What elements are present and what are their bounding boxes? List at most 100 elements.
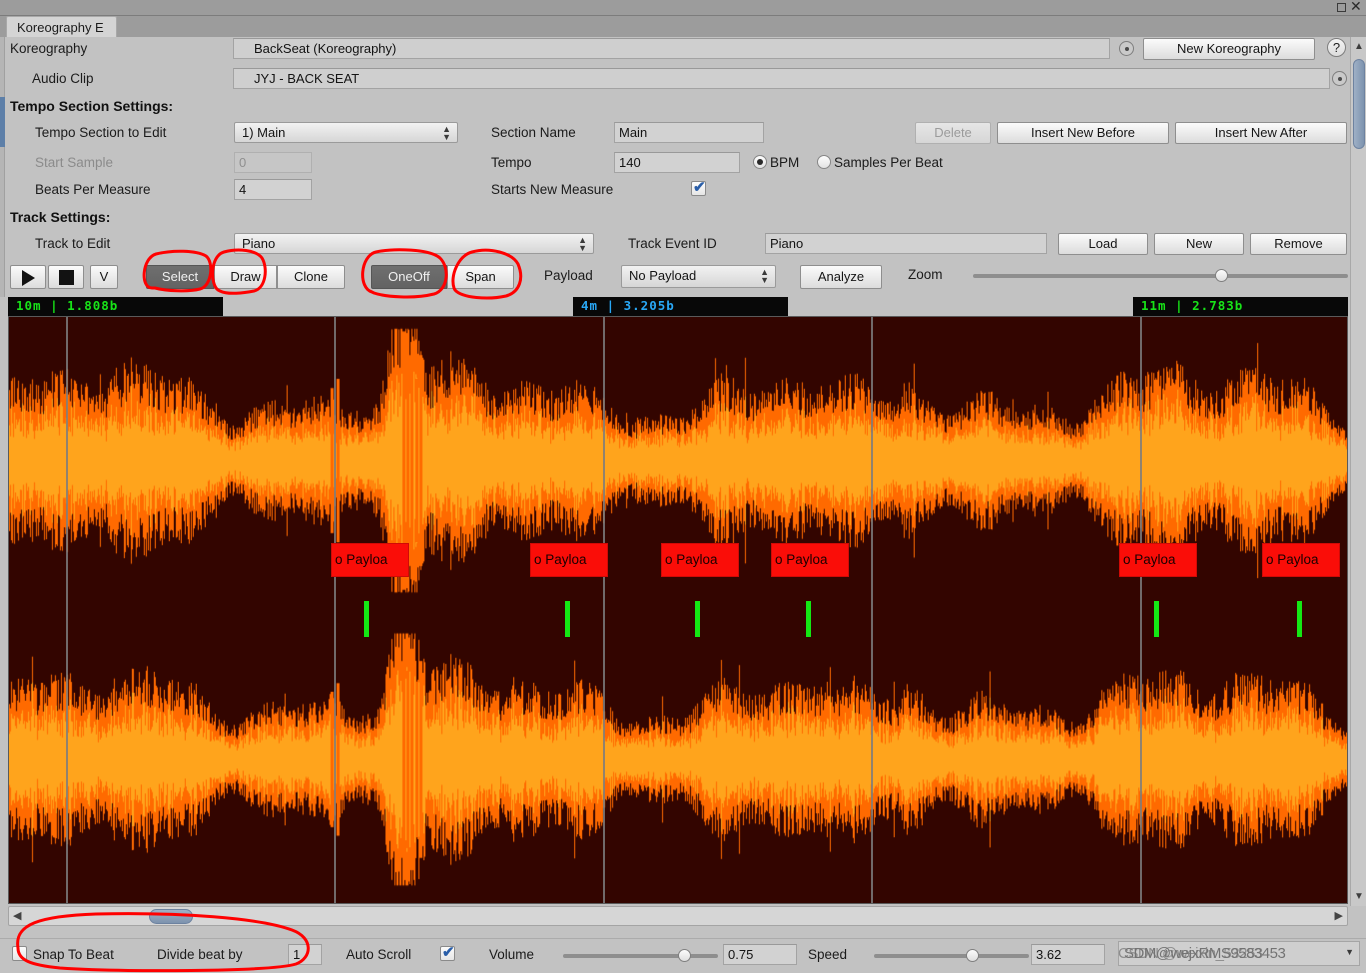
analyze-button[interactable]: Analyze — [800, 265, 882, 289]
close-icon[interactable]: ✕ — [1350, 0, 1362, 13]
timeline-horizontal-scrollbar[interactable]: ◀ ▶ — [8, 906, 1348, 926]
start-sample-label: Start Sample — [35, 155, 114, 170]
track-to-edit-dropdown[interactable]: Piano ▲ ▼ — [234, 233, 594, 254]
v-button[interactable]: V — [90, 265, 118, 289]
audio-clip-label: Audio Clip — [32, 71, 94, 86]
koreography-event-4[interactable]: o Payloa — [1119, 543, 1197, 577]
insert-new-after-button[interactable]: Insert New After — [1175, 122, 1347, 144]
volume-slider-knob[interactable] — [677, 949, 691, 962]
payload-value: No Payload — [629, 268, 697, 283]
speed-slider-knob[interactable] — [965, 949, 979, 962]
bpm-radio[interactable] — [753, 155, 767, 169]
snap-to-beat-label: Snap To Beat — [33, 947, 114, 962]
ruler-marker-text: 11m | 2.783b — [1141, 298, 1244, 313]
watermark-text-b: SDM@wejxRMS9583453 — [1124, 945, 1286, 962]
divide-beat-label: Divide beat by — [157, 947, 243, 962]
ruler-marker-text: 4m | 3.205b — [581, 298, 675, 313]
snap-to-beat-checkbox[interactable] — [12, 946, 27, 961]
remove-track-button[interactable]: Remove — [1250, 233, 1347, 255]
starts-new-measure-checkbox[interactable]: ✔ — [691, 179, 706, 196]
event-tick-2[interactable] — [695, 601, 700, 637]
select-tool-button[interactable]: Select — [146, 265, 214, 289]
starts-new-measure-label: Starts New Measure — [491, 182, 614, 197]
speed-slider-track[interactable] — [874, 954, 1029, 958]
audio-clip-field[interactable]: JYJ - BACK SEAT — [233, 68, 1330, 89]
tempo-label: Tempo — [491, 155, 532, 170]
beats-per-measure-input[interactable]: 4 — [234, 179, 312, 200]
zoom-label: Zoom — [908, 267, 943, 282]
inspector-vertical-scrollbar[interactable]: ▲ ▼ — [1350, 37, 1366, 906]
event-tick-3[interactable] — [806, 601, 811, 637]
koreography-event-3[interactable]: o Payloa — [771, 543, 849, 577]
play-icon — [22, 270, 35, 286]
koreography-object-picker-icon[interactable] — [1119, 41, 1134, 56]
ruler-marker-0: 10m | 1.808b — [8, 297, 223, 316]
span-mode-button[interactable]: Span — [447, 265, 514, 289]
insert-new-before-button[interactable]: Insert New Before — [997, 122, 1169, 144]
koreography-event-2[interactable]: o Payloa — [661, 543, 739, 577]
volume-value-input[interactable]: 0.75 — [723, 944, 797, 965]
tempo-section-to-edit-label: Tempo Section to Edit — [35, 125, 167, 140]
koreography-value: BackSeat (Koreography) — [254, 41, 397, 56]
chevron-updown-icon: ▲ ▼ — [760, 267, 769, 285]
scroll-thumb[interactable] — [149, 909, 193, 924]
event-tick-5[interactable] — [1297, 601, 1302, 637]
koreography-event-1[interactable]: o Payloa — [530, 543, 608, 577]
samples-per-beat-radio[interactable] — [817, 155, 831, 169]
speed-value-input[interactable]: 3.62 — [1031, 944, 1105, 965]
help-button[interactable]: ? — [1327, 38, 1346, 57]
section-name-input[interactable]: Main — [614, 122, 764, 143]
auto-scroll-checkbox[interactable]: ✔ — [440, 944, 455, 961]
audio-clip-picker-icon[interactable] — [1332, 71, 1347, 86]
draw-tool-button[interactable]: Draw — [214, 265, 277, 289]
zoom-slider-knob[interactable] — [1214, 269, 1228, 282]
zoom-slider-track[interactable] — [973, 274, 1348, 278]
payload-label: Payload — [544, 268, 593, 283]
volume-slider-track[interactable] — [563, 954, 718, 958]
play-button[interactable] — [10, 265, 46, 289]
track-event-id-input[interactable]: Piano — [765, 233, 1047, 254]
event-tick-1[interactable] — [565, 601, 570, 637]
tab-koreography-editor[interactable]: Koreography E — [6, 16, 117, 37]
window-chrome: ✕ — [0, 0, 1366, 16]
delete-button[interactable]: Delete — [915, 122, 991, 144]
oneoff-mode-button[interactable]: OneOff — [371, 265, 447, 289]
restore-icon[interactable] — [1337, 3, 1346, 12]
measure-line-1 — [334, 317, 336, 903]
new-koreography-button[interactable]: New Koreography — [1143, 38, 1315, 60]
tab-bar: Koreography E — [0, 16, 1366, 37]
stop-button[interactable] — [48, 265, 84, 289]
track-to-edit-value: Piano — [242, 236, 276, 251]
track-event-id-label: Track Event ID — [628, 236, 717, 251]
measure-line-4 — [1140, 317, 1142, 903]
load-button[interactable]: Load — [1058, 233, 1148, 255]
koreography-object-field[interactable]: BackSeat (Koreography) — [233, 38, 1110, 59]
ruler-marker-text: 10m | 1.808b — [16, 298, 119, 313]
koreography-event-5[interactable]: o Payloa — [1262, 543, 1340, 577]
left-edge-strip — [0, 37, 5, 297]
tempo-section-to-edit-dropdown[interactable]: 1) Main ▲ ▼ — [234, 122, 458, 143]
tempo-input[interactable]: 140 — [614, 152, 740, 173]
koreography-event-0[interactable]: o Payloa — [331, 543, 409, 577]
tempo-section-to-edit-value: 1) Main — [242, 125, 286, 140]
bpm-radio-label: BPM — [770, 155, 800, 170]
vertical-scroll-thumb[interactable] — [1353, 59, 1365, 149]
measure-line-0 — [66, 317, 68, 903]
event-tick-4[interactable] — [1154, 601, 1159, 637]
scroll-up-icon[interactable]: ▲ — [1354, 41, 1364, 52]
samples-per-beat-radio-label: Samples Per Beat — [834, 155, 943, 170]
track-to-edit-label: Track to Edit — [35, 236, 111, 251]
section-name-label: Section Name — [491, 125, 576, 140]
stop-icon — [59, 270, 74, 285]
scroll-left-icon[interactable]: ◀ — [13, 910, 21, 922]
scroll-down-icon[interactable]: ▼ — [1354, 891, 1364, 902]
auto-scroll-label: Auto Scroll — [346, 947, 412, 962]
payload-dropdown[interactable]: No Payload ▲ ▼ — [621, 265, 776, 288]
divide-beat-input[interactable]: 1 — [288, 944, 322, 965]
new-track-button[interactable]: New — [1154, 233, 1244, 255]
clone-tool-button[interactable]: Clone — [277, 265, 345, 289]
event-tick-0[interactable] — [364, 601, 369, 637]
start-sample-input: 0 — [234, 152, 312, 173]
scroll-right-icon[interactable]: ▶ — [1335, 910, 1343, 922]
waveform-display[interactable]: o Payloa o Payloa o Payloa o Payloa o Payloa… — [8, 316, 1348, 904]
